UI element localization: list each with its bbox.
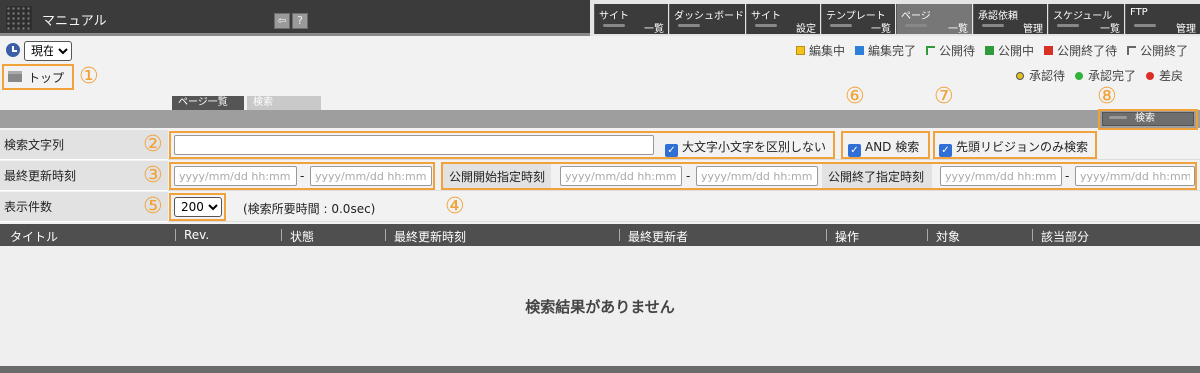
empty-message: 検索結果がありません — [525, 298, 675, 316]
menu-label: ページ — [901, 11, 931, 22]
menu-label: 承認依頼 — [978, 11, 1018, 22]
menu-sublabel: 一覧 — [644, 24, 664, 35]
search-button[interactable]: 検索 — [1102, 112, 1194, 126]
elapsed-time: (検索所要時間 : 0.0sec) — [243, 202, 376, 216]
legend-pub-wait: 公開待 — [926, 42, 975, 59]
col-target: 対象 — [936, 230, 961, 244]
back-icon[interactable]: ⇦ — [274, 13, 290, 29]
tab-bar — [0, 110, 1200, 128]
tab-page-list[interactable]: ページ一覧 — [172, 96, 244, 110]
col-title[interactable]: タイトル — [10, 228, 58, 245]
menu-site-list[interactable]: サイト 一覧 — [594, 4, 668, 35]
updated-to-input[interactable] — [310, 166, 432, 186]
case-insensitive-checkbox[interactable]: ✓ 大文字小文字を区別しない — [665, 138, 826, 157]
checkbox-icon: ✓ — [939, 144, 952, 157]
pub-start-from-input[interactable] — [560, 166, 682, 186]
app-bar: マニュアル ⇦ ? — [0, 0, 590, 36]
status-legend: 編集中 編集完了 公開待 公開中 公開終了待 公開終了 — [796, 42, 1188, 59]
legend-approval-wait: 承認待 — [1016, 67, 1065, 84]
and-search-checkbox[interactable]: ✓ AND 検索 — [848, 138, 919, 157]
menu-dashboard[interactable]: ダッシュボード — [669, 4, 745, 34]
callout-number-4: ④ — [445, 194, 465, 219]
approval-legend: 承認待 承認完了 差戻 — [1016, 67, 1183, 84]
breadcrumb-top[interactable]: トップ — [28, 69, 64, 86]
callout-number-7: ⑦ — [934, 84, 954, 109]
menu-site-settings[interactable]: サイト 設定 — [746, 4, 820, 35]
menu-page-list[interactable]: ページ 一覧 — [896, 4, 972, 35]
updated-from-input[interactable] — [174, 166, 297, 186]
pub-end-to-input[interactable] — [1075, 166, 1195, 186]
callout-number-1: ① — [79, 64, 99, 89]
menu-template-list[interactable]: テンプレート 一覧 — [821, 4, 895, 35]
range-separator: - — [686, 169, 691, 183]
callout-number-6: ⑥ — [845, 84, 865, 109]
count-select[interactable]: 200 — [174, 197, 222, 217]
legend-pub-end-wait: 公開終了待 — [1044, 42, 1117, 59]
pub-start-to-input[interactable] — [696, 166, 818, 186]
menu-sublabel: 一覧 — [871, 24, 891, 35]
help-icon[interactable]: ? — [292, 13, 308, 29]
pub-end-label: 公開終了指定時刻 — [822, 164, 932, 188]
menu-label: サイト — [599, 11, 629, 22]
and-search-label: AND 検索 — [865, 140, 920, 154]
keyword-input[interactable] — [174, 135, 654, 155]
menu-label: FTP — [1130, 7, 1148, 18]
menu-sublabel: 管理 — [1176, 24, 1196, 35]
results-table-header: タイトル Rev. 状態 最終更新時刻 最終更新者 操作 対象 該当部分 — [0, 224, 1200, 246]
range-separator: - — [300, 169, 305, 183]
menu-sublabel: 管理 — [1023, 24, 1043, 35]
menu-sublabel: 一覧 — [1100, 24, 1120, 35]
app-title: マニュアル — [42, 14, 107, 29]
col-actions: 操作 — [835, 230, 860, 244]
menu-approval[interactable]: 承認依頼 管理 — [973, 4, 1047, 35]
bottom-bar — [0, 366, 1200, 373]
col-status[interactable]: 状態 — [290, 228, 314, 245]
legend-edit-done: 編集完了 — [855, 42, 916, 59]
head-revision-checkbox[interactable]: ✓ 先頭リビジョンのみ検索 — [939, 138, 1088, 157]
menu-sublabel: 一覧 — [948, 24, 968, 35]
legend-pub-ended: 公開終了 — [1127, 42, 1188, 59]
callout-number-2: ② — [143, 132, 163, 157]
callout-number-8: ⑧ — [1097, 84, 1117, 109]
menu-schedule[interactable]: スケジュール 一覧 — [1048, 4, 1124, 35]
legend-returned: 差戻 — [1146, 67, 1183, 84]
checkbox-icon: ✓ — [848, 144, 861, 157]
col-rev[interactable]: Rev. — [184, 228, 209, 242]
legend-publishing: 公開中 — [985, 42, 1034, 59]
callout-number-3: ③ — [143, 163, 163, 188]
head-revision-label: 先頭リビジョンのみ検索 — [956, 140, 1089, 154]
callout-number-5: ⑤ — [143, 194, 163, 219]
time-select[interactable]: 現在 — [24, 41, 72, 61]
menu-label: ダッシュボード — [674, 11, 744, 22]
clock-icon — [6, 43, 20, 57]
case-insensitive-label: 大文字小文字を区別しない — [682, 140, 827, 154]
pub-start-label: 公開開始指定時刻 — [443, 164, 551, 188]
legend-approval-done: 承認完了 — [1075, 67, 1136, 84]
folder-icon — [8, 71, 22, 82]
col-match: 該当部分 — [1041, 230, 1090, 244]
col-updater[interactable]: 最終更新者 — [628, 228, 688, 245]
col-updated[interactable]: 最終更新時刻 — [394, 228, 466, 245]
pub-end-from-input[interactable] — [940, 166, 1062, 186]
legend-editing: 編集中 — [796, 42, 845, 59]
tab-search[interactable]: 検索 — [247, 96, 321, 110]
checkbox-icon: ✓ — [665, 144, 678, 157]
menu-label: サイト — [751, 11, 781, 22]
menu-ftp[interactable]: FTP 管理 — [1125, 4, 1200, 35]
app-logo-icon[interactable] — [6, 6, 32, 30]
range-separator: - — [1065, 169, 1070, 183]
menu-sublabel: 設定 — [796, 24, 816, 35]
search-button-label: 検索 — [1135, 113, 1155, 124]
